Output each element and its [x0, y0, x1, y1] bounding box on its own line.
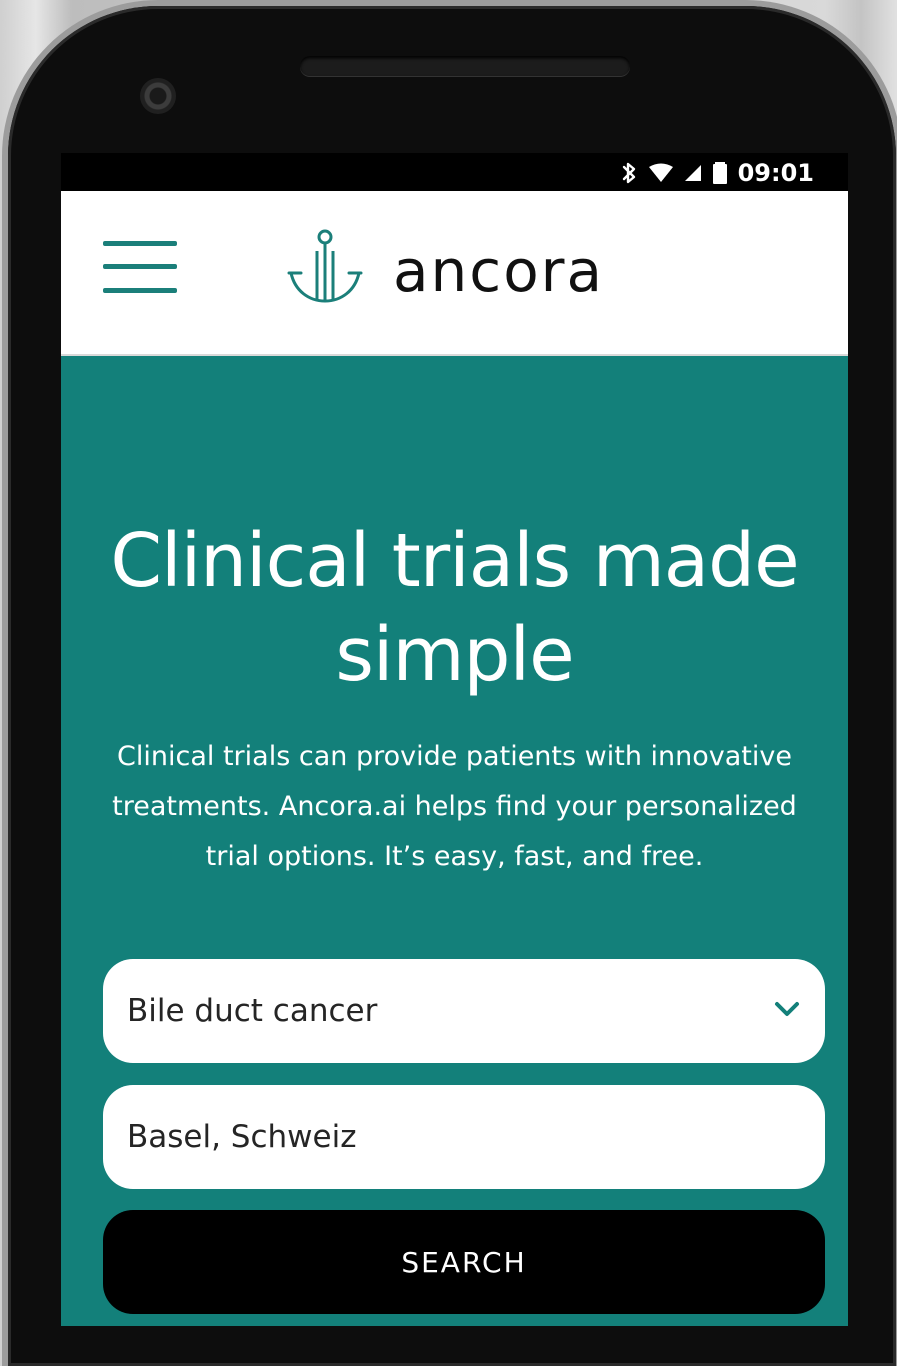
wifi-icon [648, 163, 674, 183]
condition-value: Bile duct cancer [127, 993, 378, 1029]
status-time: 09:01 [737, 159, 814, 187]
anchor-icon [277, 227, 373, 315]
hero-description: Clinical trials can provide patients wit… [112, 741, 797, 872]
search-button[interactable]: SEARCH [103, 1210, 825, 1314]
brand-name: ancora [393, 237, 605, 305]
brand-logo[interactable]: ancora [277, 227, 604, 315]
battery-icon [712, 161, 728, 185]
condition-select[interactable]: Bile duct cancer [103, 959, 825, 1063]
speaker-grille [300, 56, 630, 76]
phone-screen: 09:01 ancora Clinical trials made simple… [61, 153, 848, 1326]
front-camera [140, 78, 176, 114]
status-bar: 09:01 [61, 153, 848, 191]
location-value: Basel, Schweiz [127, 1119, 357, 1155]
menu-icon[interactable] [103, 241, 177, 293]
signal-icon [684, 164, 702, 182]
chevron-down-icon[interactable] [773, 999, 801, 1023]
app-header: ancora [61, 191, 848, 356]
location-input[interactable]: Basel, Schweiz [103, 1085, 825, 1189]
bluetooth-icon [620, 161, 638, 185]
hero-title: Clinical trials made simple [110, 518, 799, 698]
hero-section: Clinical trials made simple Clinical tri… [61, 356, 848, 1326]
status-icons: 09:01 [620, 159, 814, 187]
